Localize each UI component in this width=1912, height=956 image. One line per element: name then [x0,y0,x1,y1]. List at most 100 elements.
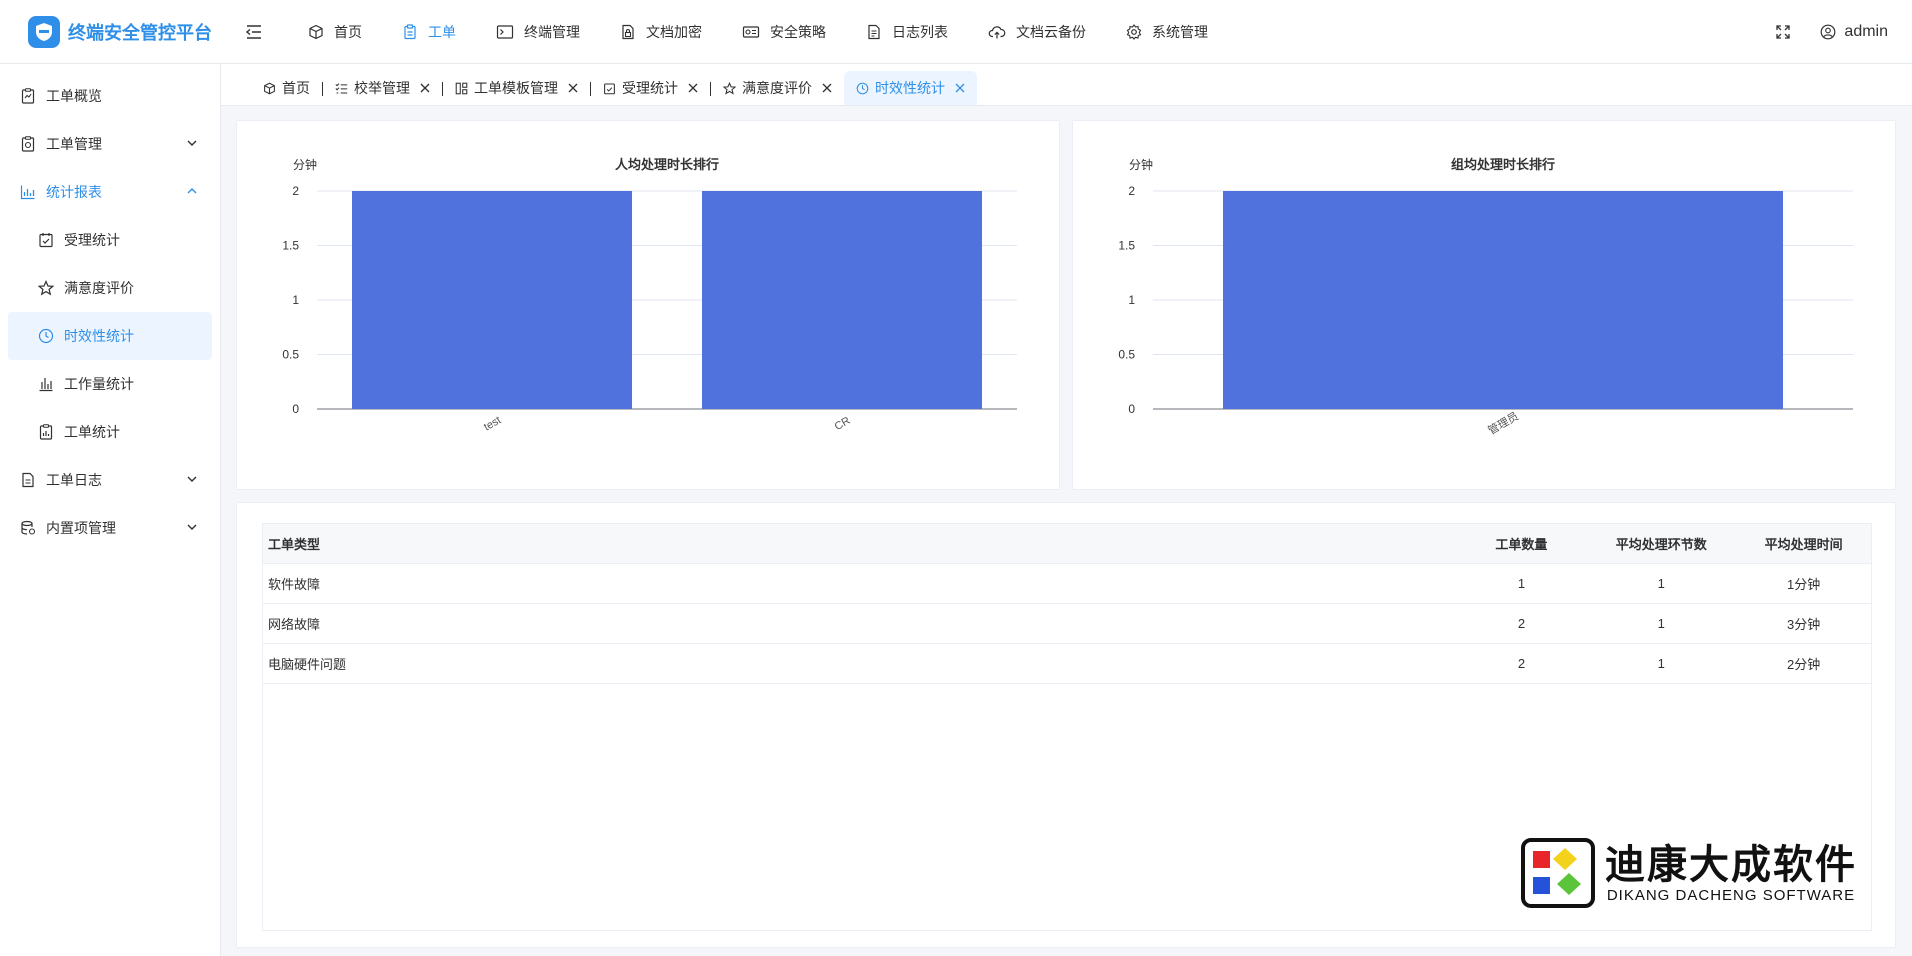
column-header[interactable]: 平均处理环节数 [1586,524,1736,563]
sidebar-item-workload[interactable]: 工作量统计 [0,360,220,408]
per-person-chart: 人均处理时长排行 分钟 0 0.5 1 1.5 2 test CR [282,157,1017,433]
tab-template-manage[interactable]: 工单模板管理 [443,71,590,105]
sidebar-item-label: 时效性统计 [64,328,134,344]
template-icon [455,82,468,94]
sidebar-item-workorder-manage[interactable]: 工单管理 [0,120,220,168]
list-check-icon [335,82,348,93]
star-icon [38,280,54,296]
y-tick-label: 2 [292,184,299,198]
close-icon[interactable] [955,83,965,93]
x-tick-label: test [482,414,503,433]
user-icon [1821,24,1836,40]
column-header[interactable]: 平均处理时间 [1736,524,1871,563]
table-cell: 电脑硬件问题 [268,657,347,672]
tab-label: 满意度评价 [742,80,812,96]
tab-satisfaction[interactable]: 满意度评价 [711,71,844,105]
doc-list-icon [868,24,880,39]
sidebar-toggle-icon[interactable] [236,14,272,50]
topnav-label: 工单 [428,23,456,40]
sidebar-item-timeliness[interactable]: 时效性统计 [8,312,212,360]
bar [1223,191,1783,409]
close-icon[interactable] [420,83,430,93]
close-icon[interactable] [688,83,698,93]
tab-timeliness[interactable]: 时效性统计 [844,71,977,105]
y-tick-label: 2 [1128,184,1135,198]
clipboard-icon [404,23,416,39]
topnav-security-policy[interactable]: 安全策略 [722,0,846,64]
topnav-doc-encrypt[interactable]: 文档加密 [600,0,722,64]
sidebar-item-label: 统计报表 [46,184,102,200]
sidebar-item-label: 工单统计 [64,424,120,440]
table-cell: 1 [1517,576,1526,591]
table-cell: 3分钟 [1786,617,1821,632]
chart-title: 组均处理时长排行 [1451,157,1555,172]
column-header[interactable]: 工单类型 [263,524,1457,563]
calendar-check-icon [39,233,53,248]
close-icon[interactable] [568,83,578,93]
tab-accept-stats[interactable]: 受理统计 [591,71,710,105]
clipboard-stats-icon [39,424,53,440]
clock-icon [38,328,54,344]
brand[interactable]: 终端安全管控平台 [0,15,228,48]
calendar-check-icon [604,83,615,94]
sidebar: 工单概览 工单管理 统计报表 受理统计 满意度评价 时效性统计 工作量统计 工单… [0,64,221,956]
sidebar-item-workorder-log[interactable]: 工单日志 [0,456,220,504]
topnav-system[interactable]: 系统管理 [1106,0,1228,64]
username: admin [1844,23,1888,40]
cloud-upload-icon [988,25,1006,38]
chart-card-per-group: 组均处理时长排行 分钟 0 0.5 1 1.5 2 管理员 [1072,120,1896,490]
sidebar-item-overview[interactable]: 工单概览 [0,72,220,120]
table-cell: 1 [1657,656,1665,671]
watermark: 迪康大成软件 DIKANG DACHENG SOFTWARE [1521,838,1857,908]
y-tick-label: 1 [292,293,299,307]
sidebar-item-reports[interactable]: 统计报表 [0,168,220,216]
top-header: 终端安全管控平台 首页 工单 终端管理 文档加密 安全策略 日志列表 文档云备份… [0,0,1912,64]
topnav-log-list[interactable]: 日志列表 [846,0,968,64]
topnav-label: 文档加密 [646,23,702,40]
table-cell: 2 [1517,656,1526,671]
tab-label: 时效性统计 [875,80,945,96]
user-menu[interactable]: admin [1820,23,1888,41]
topnav-home[interactable]: 首页 [288,0,382,64]
sidebar-item-satisfaction[interactable]: 满意度评价 [0,264,220,312]
bar [352,191,632,409]
star-icon [723,81,736,95]
tab-label: 受理统计 [622,80,678,96]
sidebar-item-accept-stats[interactable]: 受理统计 [0,216,220,264]
cube-icon [264,82,275,94]
topnav-workorder[interactable]: 工单 [382,0,476,64]
sidebar-item-label: 工单概览 [46,88,102,104]
x-tick-label: CR [833,415,853,433]
clipboard-check-icon [21,136,35,152]
chart-card-per-person: 人均处理时长排行 分钟 0 0.5 1 1.5 2 test CR [236,120,1060,490]
close-icon[interactable] [822,83,832,93]
top-right: admin [1776,0,1888,64]
chevron-down-icon [187,524,197,530]
table-row: 网络故障 2 1 3分钟 [263,604,1871,644]
sidebar-item-workorder-stats[interactable]: 工单统计 [0,408,220,456]
chevron-down-icon [187,476,197,482]
table-cell: 1分钟 [1786,577,1821,592]
topnav-label: 终端管理 [524,23,580,40]
table-row: 软件故障 1 1 1分钟 [263,564,1871,604]
topnav-terminal[interactable]: 终端管理 [476,0,600,64]
sidebar-item-label: 受理统计 [64,232,120,248]
database-icon [21,520,36,535]
table-cell: 1 [1657,576,1665,591]
tab-report-manage[interactable]: 校举管理 [323,71,442,105]
bar [702,191,982,409]
table-cell: 软件故障 [268,577,321,592]
watermark-logo-icon [1521,838,1595,908]
column-header[interactable]: 工单数量 [1457,524,1587,563]
doc-lock-icon [622,24,634,39]
table-cell: 1 [1657,616,1665,631]
tab-label: 工单模板管理 [474,80,558,96]
watermark-en: DIKANG DACHENG SOFTWARE [1606,886,1856,904]
fullscreen-icon[interactable] [1776,25,1791,39]
y-tick-label: 1.5 [282,239,299,253]
tab-label: 首页 [282,80,310,96]
tab-home[interactable]: 首页 [251,71,322,105]
sidebar-item-builtin[interactable]: 内置项管理 [0,504,220,552]
tab-label: 校举管理 [354,80,410,96]
topnav-cloud-backup[interactable]: 文档云备份 [968,0,1106,64]
